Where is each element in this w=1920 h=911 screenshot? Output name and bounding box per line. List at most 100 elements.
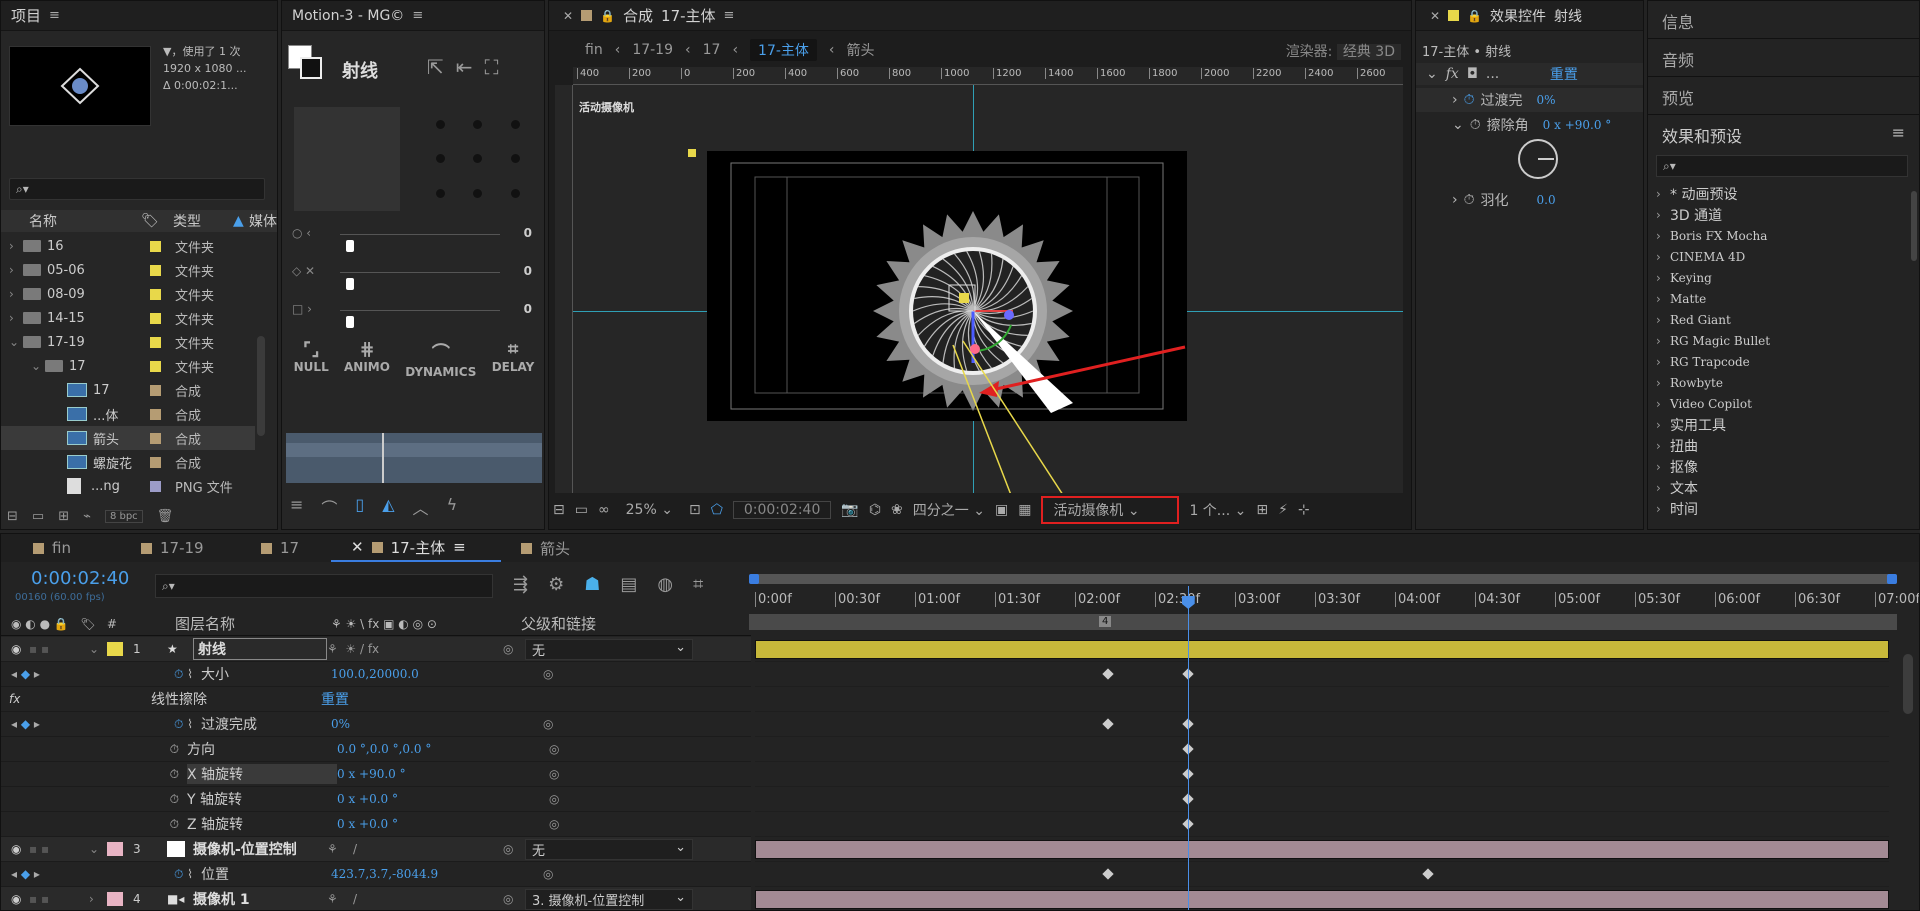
diamond-icon[interactable]: ◇ ✕ — [292, 264, 315, 278]
chevron-up-icon[interactable]: ︿ — [413, 495, 429, 519]
preset-folder[interactable]: › Red Giant — [1648, 309, 1919, 330]
project-item[interactable]: › 16 文件夹 — [1, 234, 255, 258]
slider-3[interactable] — [340, 310, 500, 311]
track-row[interactable] — [755, 787, 1889, 812]
preset-folder[interactable]: › Boris FX Mocha — [1648, 225, 1919, 246]
stopwatch-icon[interactable]: ⏱ — [1464, 192, 1475, 208]
flash-icon[interactable]: ϟ — [447, 495, 458, 519]
timeline-tab[interactable]: ✕ 17-主体 ≡ — [331, 534, 501, 562]
adjust-icon[interactable]: ⌁ — [83, 509, 91, 524]
track-row[interactable] — [755, 737, 1889, 762]
mask-icon[interactable]: ⬠ — [711, 502, 723, 518]
comp-flowchart-icon[interactable]: ⇶ — [513, 574, 528, 595]
color-swatch-icon[interactable] — [288, 45, 324, 81]
slider-value-1[interactable]: 0 — [524, 226, 532, 240]
project-scrollbar[interactable] — [257, 336, 265, 436]
timeline-tab[interactable]: 17-19 — [121, 534, 241, 562]
layer-duration-bar[interactable] — [755, 640, 1889, 659]
prop-value[interactable]: 0% — [1537, 93, 1556, 107]
grid-toggle-icon[interactable]: ⊹ — [1298, 502, 1310, 518]
shy-icon[interactable]: ☗ — [584, 574, 600, 595]
interpret-footage-icon[interactable]: ⊟ — [7, 509, 18, 524]
chevron-down-icon[interactable]: ⌄ — [1, 335, 23, 349]
chevron-right-icon[interactable]: › — [1, 263, 23, 277]
fx-icon[interactable]: fx — [1446, 66, 1459, 82]
align-left-icon[interactable]: ⇤ — [456, 55, 473, 79]
motion-blur-icon[interactable]: ◍ — [657, 574, 673, 595]
work-area-bar[interactable] — [749, 574, 1897, 584]
render-range-bar[interactable] — [749, 614, 1897, 630]
monitor-icon[interactable]: ▭ — [575, 502, 588, 518]
fit-icon[interactable]: ⊡ — [689, 502, 701, 518]
slider-value-3[interactable]: 0 — [524, 302, 532, 316]
renderer-info[interactable]: 渲染器: 经典 3D — [1286, 41, 1401, 61]
delay-button[interactable]: ⌗ DELAY — [492, 339, 535, 379]
animo-button[interactable]: ⋕ ANIMO — [344, 339, 390, 379]
vr-icon[interactable]: ∞ — [598, 502, 610, 518]
views-dropdown[interactable]: 1 个... ⌄ — [1189, 500, 1246, 520]
project-item[interactable]: ⌄ 17 文件夹 — [1, 354, 255, 378]
slider-2[interactable] — [340, 272, 500, 273]
preset-folder[interactable]: › Matte — [1648, 288, 1919, 309]
snapshot-icon[interactable]: 📷 — [841, 502, 858, 518]
view-dropdown[interactable]: 活动摄像机 ⌄ — [1041, 496, 1180, 524]
crumb-17[interactable]: 17 — [703, 42, 721, 58]
time-ruler[interactable]: 0:00f 00:30f 01:00f 01:30f 02:00f 02:30f 03:00… — [755, 586, 1919, 612]
crumb-arrow[interactable]: 箭头 — [847, 40, 875, 60]
marker-4[interactable]: 4 — [1099, 616, 1112, 627]
chevron-right-icon[interactable]: › — [1, 239, 23, 253]
curve-icon[interactable]: ⌒ — [321, 495, 337, 519]
project-item[interactable]: › 05-06 文件夹 — [1, 258, 255, 282]
null-button[interactable]: ⌜⌟ NULL — [294, 339, 329, 379]
zoom-dropdown[interactable]: 25% ⌄ — [620, 502, 679, 518]
track-row[interactable] — [755, 887, 1889, 910]
bpc-label[interactable]: 8 bpc — [104, 509, 143, 523]
fast-preview-icon[interactable]: ⚡ — [1278, 502, 1288, 518]
tab-effects-presets[interactable]: 效果和预设 — [1662, 123, 1742, 147]
presets-search-input[interactable]: ⌕▾ — [1656, 155, 1908, 177]
resolution-dropdown[interactable]: 四分之一 ⌄ — [913, 500, 985, 520]
preset-folder[interactable]: › 3D 通道 — [1648, 204, 1919, 225]
col-parent[interactable]: 父级和链接 — [521, 613, 596, 634]
panel-menu-icon[interactable]: ≡ — [49, 8, 60, 23]
show-snapshot-icon[interactable]: ⌬ — [869, 502, 881, 518]
chevron-right-icon[interactable]: › — [1, 311, 23, 325]
region-icon[interactable]: ▣ — [995, 502, 1008, 518]
preset-folder[interactable]: › CINEMA 4D — [1648, 246, 1919, 267]
panel-menu-icon[interactable]: ≡ — [453, 538, 466, 556]
col-type[interactable]: 类型 — [173, 211, 233, 231]
preset-folder[interactable]: › RG Magic Bullet — [1648, 330, 1919, 351]
timeline-tab[interactable]: fin — [1, 534, 121, 562]
circle-icon[interactable]: ○ ‹ — [292, 226, 311, 240]
lock-icon[interactable]: 🔒 — [600, 9, 615, 23]
track-row[interactable] — [755, 637, 1889, 662]
presets-scrollbar[interactable] — [1911, 191, 1917, 261]
timeline-search-input[interactable]: ⌕▾ — [155, 574, 493, 598]
renderer-value[interactable]: 经典 3D — [1336, 44, 1401, 60]
track-row[interactable] — [755, 712, 1889, 737]
select-icon[interactable]: ⇱ — [427, 55, 444, 79]
reset-exposure-icon[interactable]: ⊞ — [1256, 502, 1268, 518]
prop-value[interactable]: 0.0 — [1537, 193, 1556, 207]
project-item[interactable]: 17 合成 — [1, 378, 255, 402]
project-search-input[interactable]: ⌕▾ — [9, 178, 265, 200]
tab-preview[interactable]: 预览 — [1662, 85, 1694, 109]
angle-dial-icon[interactable] — [1518, 139, 1558, 179]
panel-menu-icon[interactable]: ≡ — [1892, 123, 1905, 142]
crumb-fin[interactable]: fin — [585, 42, 603, 58]
playhead[interactable] — [1181, 586, 1195, 910]
project-item[interactable]: ...ng PNG 文件 — [1, 474, 255, 498]
preset-folder[interactable]: › 时间 — [1648, 498, 1919, 519]
project-item[interactable]: 螺旋花 合成 — [1, 450, 255, 474]
list-icon[interactable]: ≡ — [290, 495, 303, 519]
timeline-scrollbar[interactable] — [1903, 654, 1913, 714]
project-item[interactable]: 箭头 合成 — [1, 426, 255, 450]
preset-folder[interactable]: › Keying — [1648, 267, 1919, 288]
chevron-down-icon[interactable]: ⌄ — [1, 359, 45, 373]
preset-folder[interactable]: › Video Copilot — [1648, 393, 1919, 414]
chevron-down-icon[interactable]: ⌄ — [1452, 117, 1464, 133]
preset-folder[interactable]: › 抠像 — [1648, 456, 1919, 477]
timeline-tab[interactable]: 箭头 — [501, 534, 631, 562]
anchor-marker[interactable] — [688, 149, 696, 157]
slider-value-2[interactable]: 0 — [524, 264, 532, 278]
